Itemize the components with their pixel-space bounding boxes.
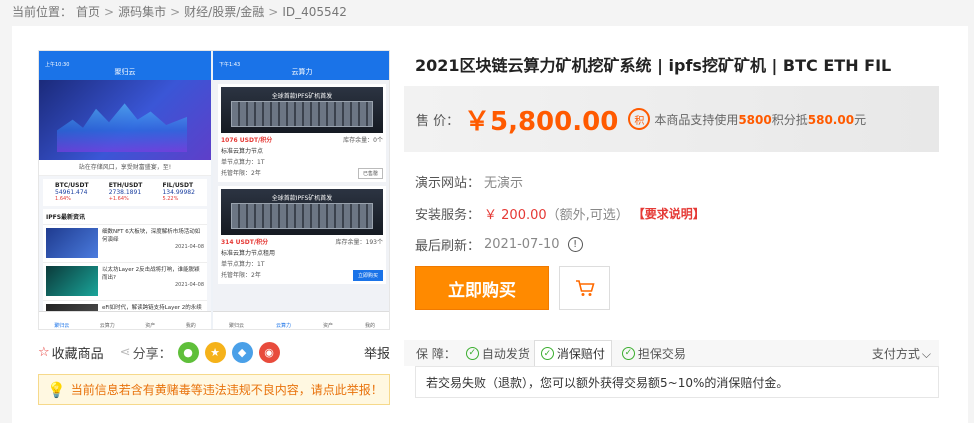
star-icon: ☆ (38, 344, 50, 360)
info-icon[interactable]: ! (567, 237, 583, 252)
price-label: 售 价： (416, 113, 460, 129)
status-bar: 下午1:43 (213, 51, 389, 68)
qq-icon[interactable]: ◆ (231, 341, 253, 363)
check-icon: ✓ (540, 347, 554, 360)
wechat-icon[interactable]: ● (177, 341, 199, 363)
payment-method-dropdown[interactable]: 支付方式 ⌵ (872, 345, 931, 362)
points-text: 本商品支持使用5800积分抵580.00元 (654, 112, 867, 127)
breadcrumb: 当前位置： 首页 > 源码集市 > 财经/股票/金融 > ID_405542 (12, 3, 347, 20)
breadcrumb-home[interactable]: 首页 (76, 3, 100, 20)
demo-site-value: 无演示 (484, 176, 524, 191)
breadcrumb-category[interactable]: 财经/股票/金融 (184, 3, 264, 20)
status-bar: 上午10:30 (39, 51, 211, 68)
product-card: 上午10:30 聚归云 站在存储风口，享受财富盛宴，至! BTC/USDT 549… (12, 26, 968, 423)
favorite-button[interactable]: ☆ 收藏商品 (38, 343, 104, 362)
guarantee-compensation[interactable]: ✓ 消保赔付 (533, 340, 612, 366)
guarantee-escrow[interactable]: ✓ 担保交易 (621, 345, 686, 362)
miner-card: 全球首款IPFS矿机首发 314 USDT/积分 库存余量：193个 标准云算力节… (218, 186, 386, 284)
install-service-row: 安装服务： ￥ 200.00 （额外,可选） 【要求说明】 (415, 204, 705, 223)
product-screenshot[interactable]: 上午10:30 聚归云 站在存储风口，享受财富盛宴，至! BTC/USDT 549… (38, 50, 390, 330)
install-note: （额外,可选） (546, 208, 629, 223)
breadcrumb-market[interactable]: 源码集市 (118, 3, 166, 20)
guarantee-label: 保 障： (416, 346, 456, 361)
notice-text: 站在存储风口，享受财富盛宴，至! (39, 160, 211, 176)
share-label: ⋖ 分享： (119, 344, 172, 362)
price-value: ￥5,800.00 (464, 106, 619, 137)
report-link[interactable]: 举报 (364, 343, 390, 362)
price-box: 售 价： ￥5,800.00 积 本商品支持使用5800积分抵580.00元 (404, 86, 939, 152)
install-price: ￥ 200.00 (484, 208, 547, 223)
phone-home-screen: 上午10:30 聚归云 站在存储风口，享受财富盛宴，至! BTC/USDT 549… (39, 51, 211, 329)
weibo-icon[interactable]: ◉ (258, 341, 280, 363)
lightbulb-icon: 💡 (47, 380, 66, 399)
news-item: 细数NFT 6大板块，深度解析市场活动如何演绎 2021-04-08 (43, 224, 207, 262)
last-refresh-row: 最后刷新： 2021-07-10 ! (415, 235, 583, 254)
refresh-date: 2021-07-10 (484, 237, 560, 252)
home-banner (39, 80, 211, 160)
breadcrumb-separator: > (170, 4, 181, 19)
news-title: IPFS最新资讯 (43, 209, 207, 224)
guarantee-bar: 保 障： ✓ 自动发货 ✓ 消保赔付 ✓ 担保交易 支付方式 ⌵ (404, 340, 939, 366)
miner-card: 全球首款IPFS矿机首发 1076 USDT/积分 库存余量：0个 标准云算力节点… (218, 84, 386, 182)
check-icon: ✓ (621, 346, 635, 360)
breadcrumb-label: 当前位置： (12, 5, 73, 19)
chevron-down-icon: ⌵ (921, 346, 931, 361)
phone-hashpower-screen: 下午1:43 云算力 全球首款IPFS矿机首发 1076 USDT/积分 库存余量… (213, 51, 389, 329)
news-item: 以太坊Layer 2反击战将打响，谁能脱颖而出? 2021-04-08 (43, 262, 207, 300)
breadcrumb-id: ID_405542 (282, 4, 347, 19)
points-icon: 积 (628, 108, 651, 130)
check-icon: ✓ (465, 346, 479, 360)
breadcrumb-separator: > (104, 4, 115, 19)
guarantee-auto-delivery[interactable]: ✓ 自动发货 (465, 345, 530, 362)
report-warning[interactable]: 💡 当前信息若含有黄赌毒等违法违规不良内容，请点此举报！ (38, 374, 390, 405)
install-requirements-link[interactable]: 【要求说明】 (633, 205, 705, 222)
guarantee-description: 若交易失败（退款），您可以额外获得交易额5~10%的消保赔付金。 (415, 366, 939, 398)
add-to-cart-button[interactable] (559, 266, 610, 310)
cart-icon (575, 280, 595, 296)
phone-tabbar: 聚归云 云算力 资产 我的 (213, 311, 389, 329)
share-icon: ⋖ (119, 344, 131, 360)
phone-tabbar: 聚归云 云算力 资产 我的 (39, 311, 211, 329)
qzone-icon[interactable]: ★ (204, 341, 226, 363)
coin-ticker: BTC/USDT 54961.474 1.64% ETH/USDT 2738.1891… (43, 179, 207, 206)
buy-now-button[interactable]: 立即购买 (415, 266, 549, 310)
breadcrumb-separator: > (268, 4, 279, 19)
share-bar: ☆ 收藏商品 ⋖ 分享： ● ★ ◆ ◉ 举报 (38, 339, 390, 365)
demo-site-row: 演示网站： 无演示 (415, 172, 523, 191)
report-warning-text: 当前信息若含有黄赌毒等违法违规不良内容，请点此举报！ (70, 383, 383, 397)
product-title: 2021区块链云算力矿机挖矿系统 | ipfs挖矿矿机 | BTC ETH FI… (415, 56, 892, 75)
